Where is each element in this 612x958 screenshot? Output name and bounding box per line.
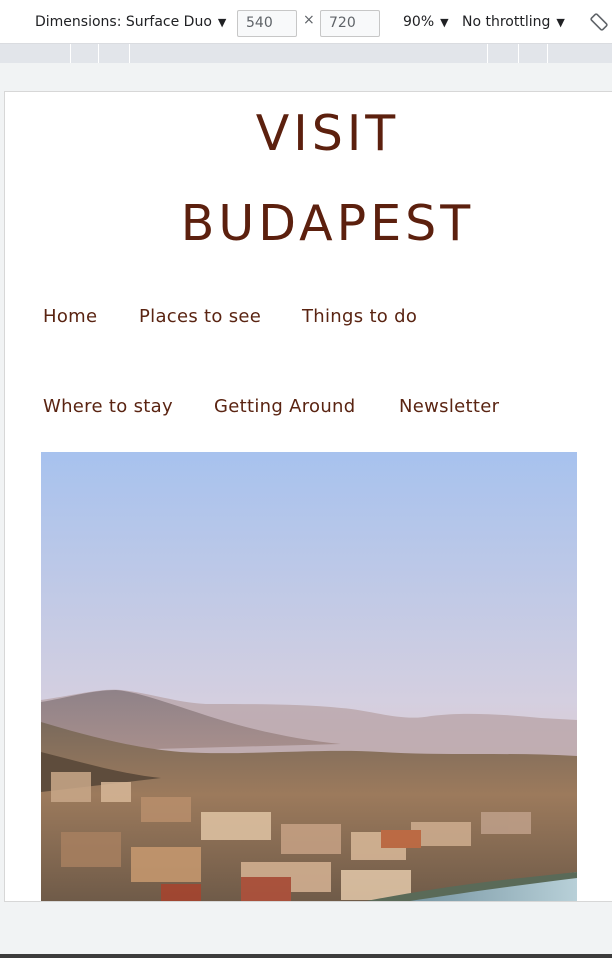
ruler-tick [487,44,488,63]
nav-things-to-do[interactable]: Things to do [302,306,417,327]
nav-newsletter[interactable]: Newsletter [399,396,499,417]
width-input[interactable]: 540 [237,10,297,37]
ruler-tick [547,44,548,63]
media-query-ruler[interactable] [0,44,612,63]
site-title-line1: VISIT [255,105,400,162]
height-input[interactable]: 720 [320,10,380,37]
caret-down-icon: ▼ [556,15,565,29]
bottom-edge [0,954,612,958]
caret-down-icon: ▼ [217,15,227,29]
zoom-dropdown[interactable]: 90% ▼ [403,0,449,44]
nav-home[interactable]: Home [43,306,97,327]
device-label: Dimensions: Surface Duo [35,14,212,30]
nav-places-to-see[interactable]: Places to see [139,306,261,327]
emulated-viewport: VISIT BUDAPEST Home Places to see Things… [4,91,612,902]
throttling-dropdown[interactable]: No throttling ▼ [462,0,565,44]
nav-getting-around[interactable]: Getting Around [214,396,355,417]
device-dropdown[interactable]: Dimensions: Surface Duo ▼ [35,0,226,44]
nav-where-to-stay[interactable]: Where to stay [43,396,173,417]
site-title-line2: BUDAPEST [180,195,475,252]
zoom-label: 90% [403,14,435,30]
ruler-tick [70,44,71,63]
ruler-tick [129,44,130,63]
ruler-tick [98,44,99,63]
throttling-label: No throttling [462,14,551,30]
ruler-tick [518,44,519,63]
caret-down-icon: ▼ [440,15,449,29]
rotate-icon[interactable] [589,12,609,32]
times-symbol: × [303,12,315,28]
device-toolbar: Dimensions: Surface Duo ▼ 540 × 720 90% … [0,0,612,44]
budapest-hero-image [41,452,577,901]
